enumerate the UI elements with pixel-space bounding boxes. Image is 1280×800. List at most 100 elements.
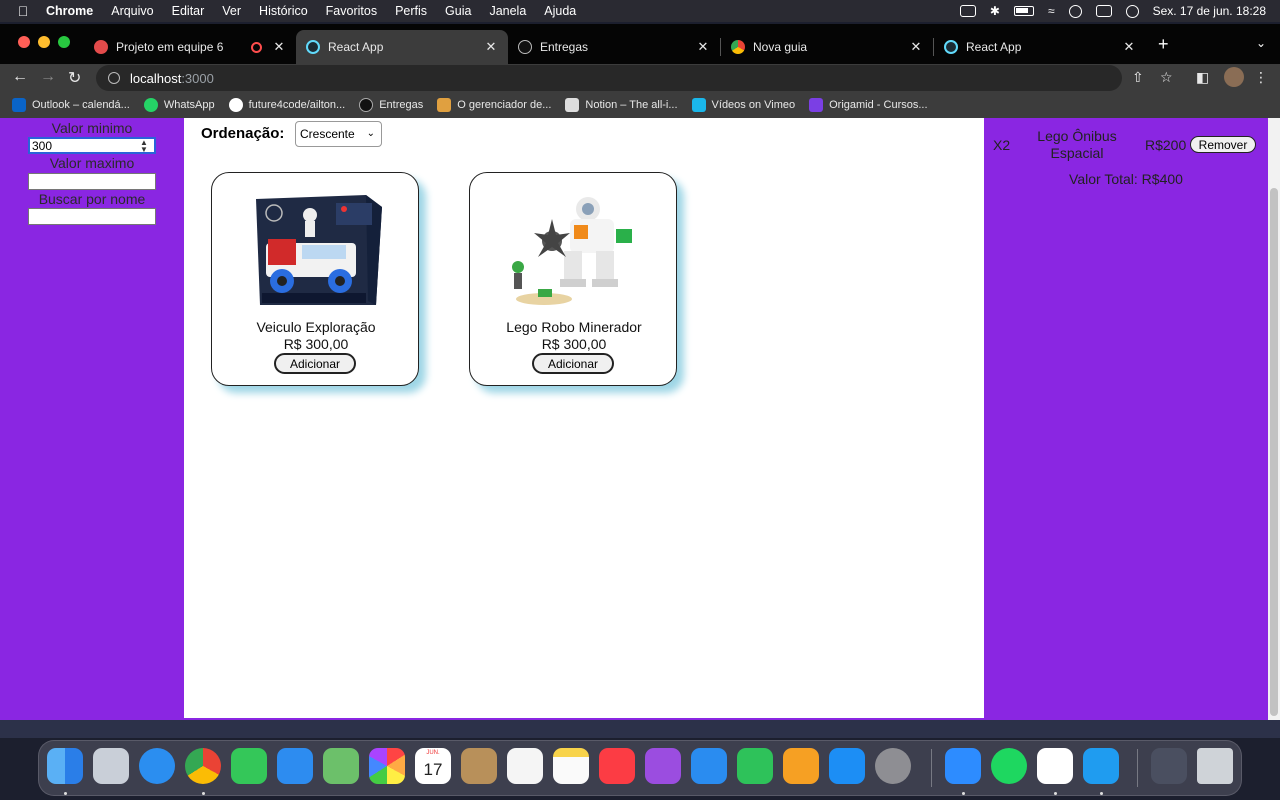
apple-icon[interactable]: 	[0, 3, 46, 19]
close-tab-icon[interactable]: ✕	[696, 39, 710, 55]
calendar-icon[interactable]: JUN. 17	[415, 748, 451, 784]
reminders-icon[interactable]	[507, 748, 543, 784]
spotlight-search-icon[interactable]	[1068, 4, 1082, 18]
menu-arquivo[interactable]: Arquivo	[111, 4, 153, 18]
number-spinner-icon[interactable]: ▲ ▼	[140, 139, 148, 154]
notes-icon[interactable]	[553, 748, 589, 784]
chrome-menu-icon[interactable]: ⋮	[1254, 69, 1268, 86]
search-name-input[interactable]	[28, 208, 156, 225]
menu-guia[interactable]: Guia	[445, 4, 471, 18]
zoom-icon[interactable]	[945, 748, 981, 784]
tab-entregas[interactable]: Entregas ✕	[508, 30, 720, 64]
tab-label: React App	[966, 40, 1022, 54]
bookmark-star-icon[interactable]: ☆	[1160, 69, 1173, 86]
fullscreen-window-button[interactable]	[58, 36, 70, 48]
chrome-toolbar: ← → ↻ localhost:3000 ⇧ ☆ ◧ ⋮	[0, 64, 1280, 92]
bookmark-gerenciador[interactable]: O gerenciador de...	[437, 98, 551, 112]
podcasts-icon[interactable]	[645, 748, 681, 784]
siri-icon[interactable]	[1125, 4, 1139, 18]
maps-icon[interactable]	[323, 748, 359, 784]
bookmark-entregas[interactable]: Entregas	[359, 98, 423, 112]
bookmark-label: O gerenciador de...	[457, 99, 552, 111]
menu-perfis[interactable]: Perfis	[395, 4, 427, 18]
menu-janela[interactable]: Janela	[489, 4, 526, 18]
dock-separator	[1137, 749, 1138, 787]
close-tab-icon[interactable]: ✕	[272, 39, 286, 55]
bookmark-vimeo[interactable]: Vídeos on Vimeo	[691, 98, 795, 112]
sort-select[interactable]: Crescente ⌄	[295, 121, 382, 147]
menubar-clock[interactable]: Sex. 17 de jun. 18:28	[1153, 4, 1266, 18]
menu-editar[interactable]: Editar	[172, 4, 205, 18]
slack-icon[interactable]	[1037, 748, 1073, 784]
minimize-window-button[interactable]	[38, 36, 50, 48]
tab-nova-guia[interactable]: Nova guia ✕	[721, 30, 933, 64]
menu-ajuda[interactable]: Ajuda	[544, 4, 576, 18]
github-icon	[518, 40, 532, 54]
close-tab-icon[interactable]: ✕	[484, 39, 498, 55]
bookmark-github[interactable]: future4code/ailton...	[228, 98, 345, 112]
min-value-input[interactable]	[28, 137, 156, 154]
vscode-icon[interactable]	[1083, 748, 1119, 784]
add-to-cart-button[interactable]: Adicionar	[274, 353, 356, 374]
tab-projeto-em-equipe[interactable]: Projeto em equipe 6 ✕	[84, 30, 296, 64]
bookmarks-bar: Outlook – calendá... WhatsApp future4cod…	[0, 92, 1280, 118]
bookmark-origamid[interactable]: Origamid - Cursos...	[809, 98, 928, 112]
side-panel-icon[interactable]: ◧	[1196, 69, 1209, 86]
music-icon[interactable]	[599, 748, 635, 784]
close-tab-icon[interactable]: ✕	[1122, 39, 1136, 55]
back-arrow-icon[interactable]: ←	[12, 68, 28, 86]
camera-status-icon[interactable]	[959, 5, 976, 17]
contacts-icon[interactable]	[461, 748, 497, 784]
macos-dock: JUN. 17	[38, 740, 1242, 796]
safari-icon[interactable]	[139, 748, 175, 784]
address-bar[interactable]: localhost:3000	[96, 65, 1122, 91]
launchpad-icon[interactable]	[93, 748, 129, 784]
bookmark-notion[interactable]: Notion – The all-i...	[565, 98, 678, 112]
chrome-app-icon[interactable]	[185, 748, 221, 784]
menu-ver[interactable]: Ver	[222, 4, 241, 18]
menu-historico[interactable]: Histórico	[259, 4, 308, 18]
close-tab-icon[interactable]: ✕	[909, 39, 923, 55]
scrollbar-thumb[interactable]	[1270, 188, 1278, 716]
minimized-window-icon[interactable]	[1151, 748, 1187, 784]
spotify-icon[interactable]	[991, 748, 1027, 784]
bluetooth-icon[interactable]: ✱	[990, 4, 1000, 18]
bookmark-label: Origamid - Cursos...	[829, 99, 928, 111]
pages-icon[interactable]	[783, 748, 819, 784]
running-indicator	[64, 792, 67, 795]
menubar-app-name[interactable]: Chrome	[46, 4, 93, 18]
max-value-input[interactable]	[28, 173, 156, 190]
photos-icon[interactable]	[369, 748, 405, 784]
system-preferences-icon[interactable]	[875, 748, 911, 784]
control-center-icon[interactable]	[1095, 5, 1112, 17]
battery-icon[interactable]	[1013, 6, 1034, 16]
reload-icon[interactable]: ↻	[68, 68, 81, 88]
wifi-icon[interactable]: ≈	[1048, 4, 1055, 18]
tab-react-app[interactable]: React App ✕	[934, 30, 1146, 64]
close-window-button[interactable]	[18, 36, 30, 48]
new-tab-plus-icon[interactable]: +	[1158, 34, 1169, 55]
site-info-icon[interactable]	[108, 72, 120, 84]
tab-search-chevron-icon[interactable]: ⌄	[1256, 36, 1266, 50]
bookmark-outlook[interactable]: Outlook – calendá...	[12, 98, 130, 112]
tab-react-app-active[interactable]: React App ✕	[296, 30, 508, 64]
keynote-icon[interactable]	[691, 748, 727, 784]
remove-from-cart-button[interactable]: Remover	[1190, 136, 1256, 153]
tab-label: React App	[328, 40, 384, 54]
messages-icon[interactable]	[231, 748, 267, 784]
add-to-cart-button[interactable]: Adicionar	[532, 353, 614, 374]
app-store-icon[interactable]	[829, 748, 865, 784]
gerenciador-icon	[437, 98, 452, 112]
menu-favoritos[interactable]: Favoritos	[326, 4, 377, 18]
page-scrollbar[interactable]	[1268, 118, 1280, 720]
share-icon[interactable]: ⇧	[1132, 69, 1144, 86]
profile-avatar[interactable]	[1224, 67, 1244, 87]
numbers-icon[interactable]	[737, 748, 773, 784]
bookmark-whatsapp[interactable]: WhatsApp	[143, 98, 215, 112]
chrome-icon	[731, 40, 745, 54]
chevron-down-icon: ⌄	[366, 128, 375, 139]
trash-icon[interactable]	[1197, 748, 1233, 784]
finder-icon[interactable]	[47, 748, 83, 784]
forward-arrow-icon[interactable]: →	[40, 68, 56, 86]
mail-icon[interactable]	[277, 748, 313, 784]
